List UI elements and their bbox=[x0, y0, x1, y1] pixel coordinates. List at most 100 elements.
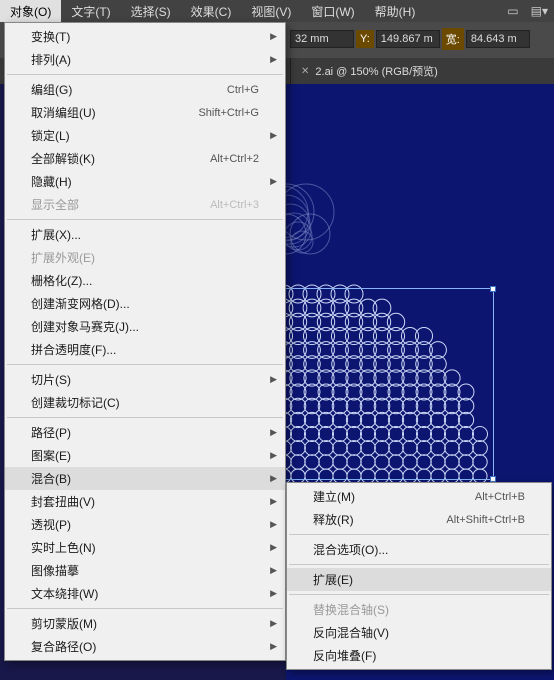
menu-effect[interactable]: 效果(C) bbox=[181, 0, 242, 23]
chevron-right-icon: ▶ bbox=[270, 473, 277, 484]
menu-select[interactable]: 选择(S) bbox=[121, 0, 181, 23]
menu-item-label: 混合选项(O)... bbox=[313, 541, 388, 558]
object-menu-item[interactable]: 创建对象马赛克(J)... bbox=[5, 315, 285, 338]
menu-item-label: 创建裁切标记(C) bbox=[31, 394, 120, 411]
object-menu-item[interactable]: 变换(T) ▶ bbox=[5, 25, 285, 48]
chevron-right-icon: ▶ bbox=[270, 542, 277, 553]
menu-item-label: 文本绕排(W) bbox=[31, 585, 98, 602]
menubar: 对象(O) 文字(T) 选择(S) 效果(C) 视图(V) 窗口(W) 帮助(H… bbox=[0, 0, 554, 22]
menu-item-label: 创建对象马赛克(J)... bbox=[31, 318, 139, 335]
y-label: Y: bbox=[356, 30, 374, 48]
object-menu-item[interactable]: 拼合透明度(F)... bbox=[5, 338, 285, 361]
object-menu-item[interactable]: 全部解锁(K) Alt+Ctrl+2 bbox=[5, 147, 285, 170]
menu-item-label: 释放(R) bbox=[313, 511, 354, 528]
menu-item-label: 透视(P) bbox=[31, 516, 71, 533]
object-menu-item[interactable]: 排列(A) ▶ bbox=[5, 48, 285, 71]
menu-item-label: 全部解锁(K) bbox=[31, 150, 95, 167]
menu-item-label: 拼合透明度(F)... bbox=[31, 341, 116, 358]
menu-shortcut: Alt+Ctrl+B bbox=[475, 491, 525, 503]
object-menu-item[interactable]: 透视(P) ▶ bbox=[5, 513, 285, 536]
object-menu-item[interactable]: 图案(E)▶ bbox=[5, 444, 285, 467]
menu-item-label: 混合(B) bbox=[31, 470, 71, 487]
chevron-right-icon: ▶ bbox=[270, 519, 277, 530]
object-menu-item[interactable]: 栅格化(Z)... bbox=[5, 269, 285, 292]
object-menu-item[interactable]: 取消编组(U) Shift+Ctrl+G bbox=[5, 101, 285, 124]
menu-item-label: 排列(A) bbox=[31, 51, 71, 68]
object-menu-item[interactable]: 切片(S)▶ bbox=[5, 368, 285, 391]
menu-item-label: 替换混合轴(S) bbox=[313, 601, 389, 618]
workspace-icon[interactable]: ▤▾ bbox=[525, 4, 554, 18]
object-menu-item[interactable]: 隐藏(H)▶ bbox=[5, 170, 285, 193]
object-menu-item[interactable]: 复合路径(O)▶ bbox=[5, 635, 285, 658]
menu-item-label: 反向混合轴(V) bbox=[313, 624, 389, 641]
object-menu: 变换(T) ▶ 排列(A) ▶ 编组(G)Ctrl+G 取消编组(U) Shift+Ctrl… bbox=[4, 22, 286, 661]
chevron-right-icon: ▶ bbox=[270, 176, 277, 187]
tab-title: 2.ai @ 150% (RGB/预览) bbox=[315, 63, 437, 79]
chevron-right-icon: ▶ bbox=[270, 374, 277, 385]
object-menu-item[interactable]: 创建渐变网格(D)... bbox=[5, 292, 285, 315]
blend-submenu-item: 替换混合轴(S) bbox=[287, 598, 551, 621]
chevron-right-icon: ▶ bbox=[270, 54, 277, 65]
blend-submenu-item[interactable]: 混合选项(O)... bbox=[287, 538, 551, 561]
object-menu-item[interactable]: 文本绕排(W) ▶ bbox=[5, 582, 285, 605]
menu-item-label: 取消编组(U) bbox=[31, 104, 96, 121]
menu-type[interactable]: 文字(T) bbox=[61, 0, 120, 23]
blend-submenu-item[interactable]: 释放(R) Alt+Shift+Ctrl+B bbox=[287, 508, 551, 531]
w-field[interactable]: 84.643 m bbox=[466, 30, 530, 48]
blend-submenu-item[interactable]: 反向堆叠(F) bbox=[287, 644, 551, 667]
menu-shortcut: Alt+Shift+Ctrl+B bbox=[446, 514, 525, 526]
blend-submenu-item[interactable]: 扩展(E) bbox=[287, 568, 551, 591]
blend-submenu-item[interactable]: 建立(M) Alt+Ctrl+B bbox=[287, 485, 551, 508]
menu-window[interactable]: 窗口(W) bbox=[301, 0, 364, 23]
menu-item-label: 扩展(E) bbox=[313, 571, 353, 588]
layout-icon[interactable]: ▭ bbox=[501, 4, 524, 18]
chevron-right-icon: ▶ bbox=[270, 641, 277, 652]
object-menu-item[interactable]: 创建裁切标记(C) bbox=[5, 391, 285, 414]
y-field[interactable]: 149.867 m bbox=[376, 30, 440, 48]
object-menu-item[interactable]: 混合(B) ▶ bbox=[5, 467, 285, 490]
menu-shortcut: Alt+Ctrl+2 bbox=[210, 153, 259, 165]
menu-item-label: 锁定(L) bbox=[31, 127, 70, 144]
object-menu-item[interactable]: 封套扭曲(V) ▶ bbox=[5, 490, 285, 513]
menu-item-label: 路径(P) bbox=[31, 424, 71, 441]
chevron-right-icon: ▶ bbox=[270, 588, 277, 599]
chevron-right-icon: ▶ bbox=[270, 565, 277, 576]
chevron-right-icon: ▶ bbox=[270, 130, 277, 141]
chevron-right-icon: ▶ bbox=[270, 427, 277, 438]
object-menu-item[interactable]: 路径(P) ▶ bbox=[5, 421, 285, 444]
menu-item-label: 剪切蒙版(M) bbox=[31, 615, 97, 632]
chevron-right-icon: ▶ bbox=[270, 496, 277, 507]
menu-item-label: 封套扭曲(V) bbox=[31, 493, 95, 510]
object-menu-item: 扩展外观(E) bbox=[5, 246, 285, 269]
menu-help[interactable]: 帮助(H) bbox=[365, 0, 426, 23]
object-menu-item[interactable]: 锁定(L) ▶ bbox=[5, 124, 285, 147]
object-menu-item: 显示全部 Alt+Ctrl+3 bbox=[5, 193, 285, 216]
menu-item-label: 反向堆叠(F) bbox=[313, 647, 376, 664]
menu-item-label: 显示全部 bbox=[31, 196, 79, 213]
menu-item-label: 创建渐变网格(D)... bbox=[31, 295, 130, 312]
object-menu-item[interactable]: 剪切蒙版(M) ▶ bbox=[5, 612, 285, 635]
menu-item-label: 栅格化(Z)... bbox=[31, 272, 92, 289]
menu-object[interactable]: 对象(O) bbox=[0, 0, 61, 23]
chevron-right-icon: ▶ bbox=[270, 31, 277, 42]
menu-view[interactable]: 视图(V) bbox=[241, 0, 301, 23]
menu-shortcut: Alt+Ctrl+3 bbox=[210, 199, 259, 211]
object-menu-item[interactable]: 图像描摹▶ bbox=[5, 559, 285, 582]
menu-item-label: 图案(E) bbox=[31, 447, 71, 464]
w-label: 宽: bbox=[442, 28, 464, 50]
object-menu-item[interactable]: 扩展(X)... bbox=[5, 223, 285, 246]
menu-item-label: 扩展外观(E) bbox=[31, 249, 95, 266]
blend-submenu-item[interactable]: 反向混合轴(V) bbox=[287, 621, 551, 644]
x-field[interactable]: 32 mm bbox=[290, 30, 354, 48]
close-icon[interactable]: ✕ bbox=[301, 66, 309, 77]
object-menu-item[interactable]: 编组(G)Ctrl+G bbox=[5, 78, 285, 101]
menu-item-label: 扩展(X)... bbox=[31, 226, 81, 243]
document-tab[interactable]: ✕ 2.ai @ 150% (RGB/预览) bbox=[290, 58, 448, 84]
menu-shortcut: Ctrl+G bbox=[227, 84, 259, 96]
menu-item-label: 实时上色(N) bbox=[31, 539, 96, 556]
menu-item-label: 建立(M) bbox=[313, 488, 355, 505]
menu-item-label: 变换(T) bbox=[31, 28, 70, 45]
object-menu-item[interactable]: 实时上色(N) ▶ bbox=[5, 536, 285, 559]
menu-shortcut: Shift+Ctrl+G bbox=[198, 107, 259, 119]
chevron-right-icon: ▶ bbox=[270, 618, 277, 629]
